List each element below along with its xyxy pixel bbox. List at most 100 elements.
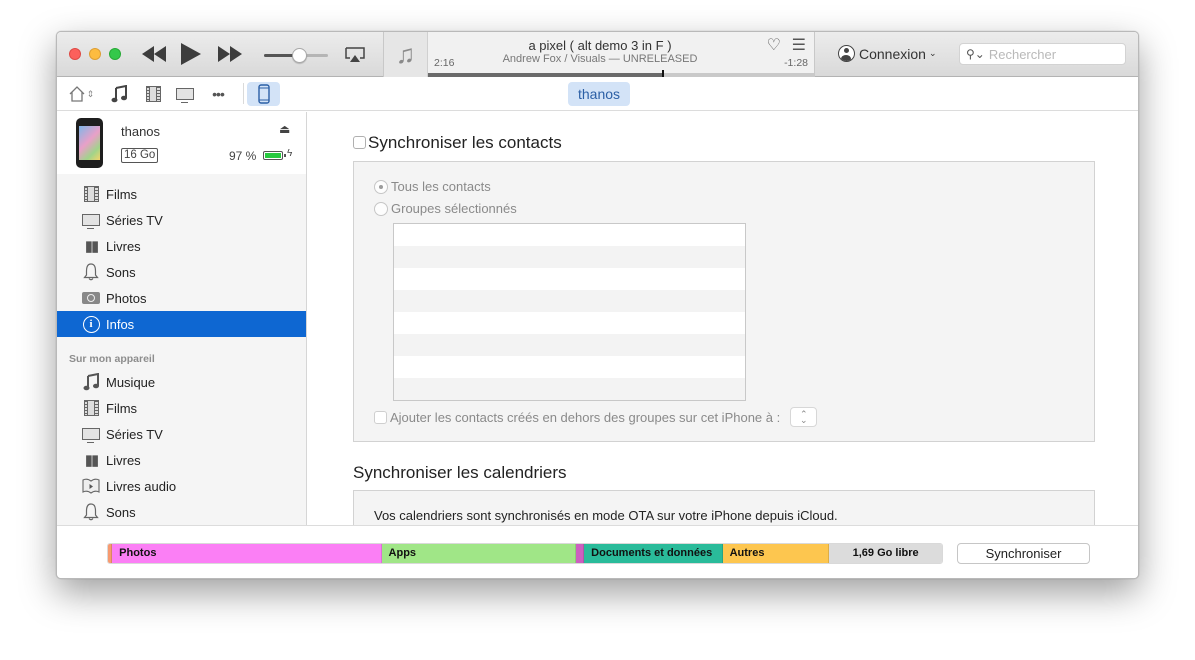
radio-selected-groups[interactable]: Groupes sélectionnés: [374, 201, 517, 216]
search-field[interactable]: ⚲⌄: [959, 43, 1126, 65]
sidebar-item-livres[interactable]: ▮▮ Livres: [57, 233, 306, 259]
battery-nub: [284, 154, 286, 157]
group-list-row[interactable]: [394, 334, 745, 356]
elapsed-time: 2:16: [434, 57, 455, 69]
volume-slider[interactable]: [264, 48, 328, 63]
storage-segment-photos[interactable]: Photos: [112, 544, 382, 563]
device-name: thanos: [121, 124, 161, 139]
add-contacts-label: Ajouter les contacts créés en dehors des…: [390, 409, 781, 425]
nav-device[interactable]: [247, 82, 280, 106]
radio-all-contacts-label: Tous les contacts: [391, 179, 491, 194]
tv-icon: [176, 88, 194, 103]
storage-segment-autres[interactable]: Autres: [722, 544, 830, 563]
group-list-row[interactable]: [394, 224, 745, 246]
nav-music[interactable]: [109, 83, 129, 105]
remaining-time: -1:28: [784, 57, 808, 69]
bell-icon: [83, 503, 99, 521]
play-button[interactable]: [180, 42, 202, 71]
sidebar-item-device-livres[interactable]: ▮▮ Livres: [57, 447, 306, 473]
search-icon: ⚲⌄: [966, 47, 985, 61]
device-header: thanos ⏏ 16 Go 97 % ϟ: [57, 112, 306, 174]
fast-forward-icon: [218, 46, 242, 62]
sync-contacts-checkbox[interactable]: [353, 135, 366, 149]
maximize-window-button[interactable]: [109, 48, 121, 60]
sidebar-item-label: Livres: [106, 238, 141, 254]
airplay-button[interactable]: [345, 47, 365, 68]
storage-segment-unlabeled-3[interactable]: [575, 544, 585, 563]
more-icon: •••: [212, 86, 225, 102]
nav-divider: [243, 83, 244, 104]
sidebar-item-label: Séries TV: [106, 426, 163, 442]
nav-tv[interactable]: [174, 83, 196, 105]
sidebar-item-device-series-tv[interactable]: Séries TV: [57, 421, 306, 447]
group-list-row[interactable]: [394, 268, 745, 290]
sidebar-item-films[interactable]: Films: [57, 181, 306, 207]
film-icon: [83, 186, 99, 202]
now-playing-display: ♫ a pixel ( alt demo 3 in F ) Andrew Fox…: [383, 32, 815, 77]
sidebar-item-series-tv[interactable]: Séries TV: [57, 207, 306, 233]
nav-movies[interactable]: [143, 83, 163, 105]
sidebar-item-livres-audio[interactable]: Livres audio: [57, 473, 306, 499]
sidebar-item-infos[interactable]: i Infos: [57, 311, 306, 337]
calendars-section-title: Synchroniser les calendriers: [353, 463, 567, 482]
home-selector[interactable]: ⇕: [66, 83, 96, 105]
info-icon: i: [82, 315, 100, 333]
storage-segment-1-69-go-libre[interactable]: 1,69 Go libre: [829, 544, 942, 563]
calendars-panel: Vos calendriers sont synchronisés en mod…: [353, 490, 1095, 525]
eject-icon[interactable]: ⏏: [279, 122, 290, 136]
rewind-button[interactable]: [141, 45, 167, 68]
title-bar: ♫ a pixel ( alt demo 3 in F ) Andrew Fox…: [57, 32, 1138, 77]
sidebar-item-photos[interactable]: Photos: [57, 285, 306, 311]
sidebar-item-sons[interactable]: Sons: [57, 259, 306, 285]
radio-button[interactable]: [374, 201, 388, 216]
media-nav-bar: ⇕ ••• thanos: [57, 77, 1138, 111]
music-note-icon: [111, 85, 127, 103]
group-list-row[interactable]: [394, 312, 745, 334]
tv-icon: [82, 428, 100, 443]
radio-all-contacts[interactable]: Tous les contacts: [374, 179, 491, 194]
group-list-row[interactable]: [394, 356, 745, 378]
radio-selected-groups-label: Groupes sélectionnés: [391, 201, 517, 216]
contact-groups-list[interactable]: [393, 223, 746, 401]
account-label: Connexion: [859, 45, 926, 62]
storage-segment-documents-et-donn-es[interactable]: Documents et données: [584, 544, 723, 563]
itunes-window: ♫ a pixel ( alt demo 3 in F ) Andrew Fox…: [56, 31, 1139, 579]
sidebar-item-label: Sons: [106, 504, 136, 520]
sidebar-item-label: Films: [106, 186, 138, 202]
music-note-icon: [83, 373, 99, 391]
heart-icon[interactable]: ♡: [767, 35, 781, 55]
add-contacts-row: Ajouter les contacts créés en dehors des…: [374, 407, 818, 427]
film-icon: [145, 86, 161, 102]
volume-knob[interactable]: [292, 48, 308, 63]
camera-icon: [82, 292, 100, 304]
sync-contacts-label: Synchroniser les contacts: [368, 133, 562, 152]
sidebar-item-label: Films: [106, 400, 138, 416]
up-next-list-icon[interactable]: ☰: [792, 35, 806, 55]
fast-forward-button[interactable]: [217, 45, 243, 68]
group-list-row[interactable]: [394, 246, 745, 268]
synchronize-button[interactable]: Synchroniser: [957, 543, 1090, 564]
group-list-row[interactable]: [394, 290, 745, 312]
user-icon: [838, 45, 855, 62]
playback-playhead[interactable]: [662, 70, 665, 77]
sidebar-item-musique[interactable]: Musique: [57, 369, 306, 395]
account-button[interactable]: Connexion ⌄: [838, 45, 936, 62]
contacts-options-panel: Tous les contacts Groupes sélectionnés A…: [353, 161, 1095, 442]
add-contacts-checkbox[interactable]: [374, 410, 387, 424]
search-input[interactable]: [988, 46, 1119, 62]
battery-icon: [263, 151, 283, 160]
sidebar-item-device-films[interactable]: Films: [57, 395, 306, 421]
close-window-button[interactable]: [69, 48, 81, 60]
group-list-row[interactable]: [394, 378, 745, 400]
radio-button-selected[interactable]: [374, 179, 388, 194]
nav-more[interactable]: •••: [207, 83, 229, 105]
chevron-down-icon: ⌄: [799, 415, 808, 425]
sidebar-item-device-sons[interactable]: Sons: [57, 499, 306, 525]
sidebar-item-label: Séries TV: [106, 212, 163, 228]
device-name-chip[interactable]: thanos: [568, 82, 631, 106]
group-select-popup[interactable]: ⌃ ⌄: [790, 407, 818, 427]
minimize-window-button[interactable]: [89, 48, 101, 60]
sidebar-item-label: Musique: [106, 374, 156, 390]
storage-segment-apps[interactable]: Apps: [381, 544, 576, 563]
sidebar-item-label: Infos: [106, 316, 135, 332]
